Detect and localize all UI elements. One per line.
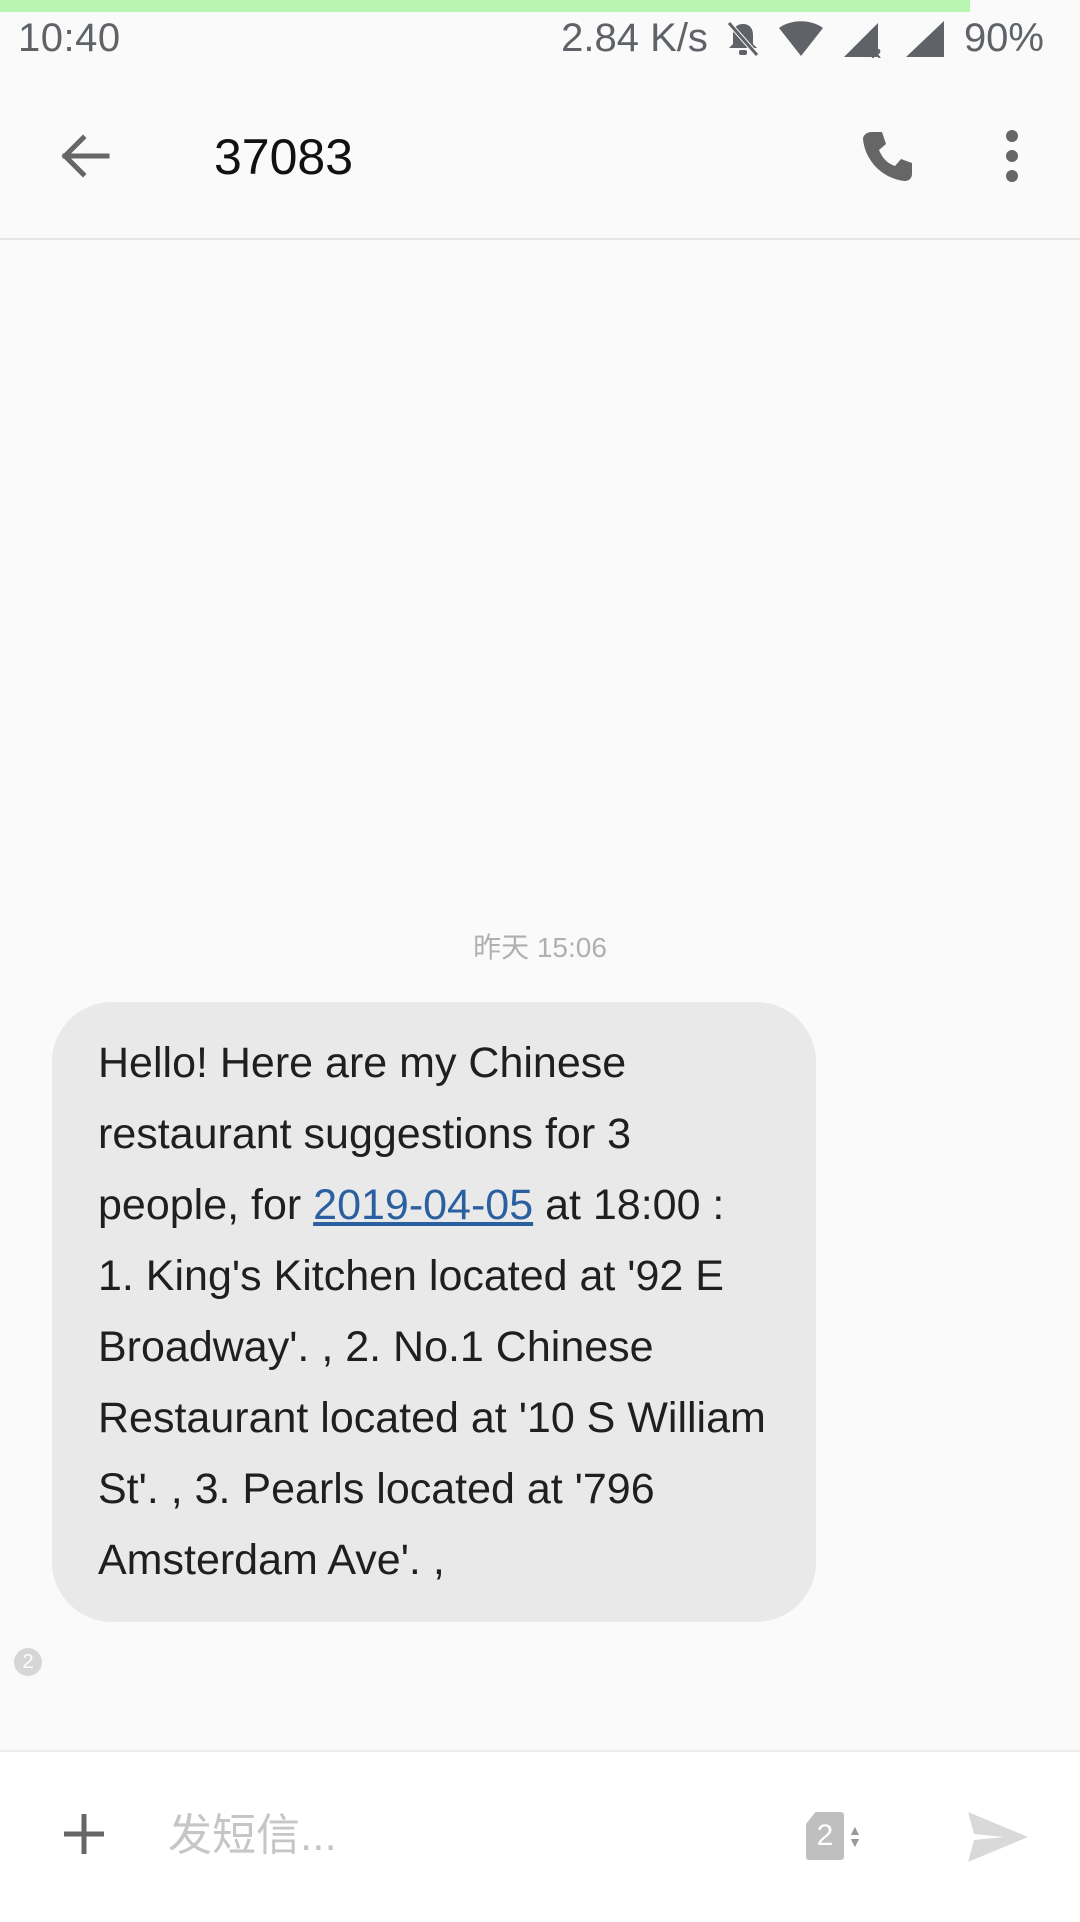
message-bubble[interactable]: Hello! Here are my Chinese restaurant su… xyxy=(52,1002,816,1622)
sim-badge: 2 xyxy=(14,1648,42,1676)
composer-bar: 2 ▲▼ xyxy=(0,1750,1080,1922)
app-bar: 37083 xyxy=(0,76,1080,240)
send-button[interactable] xyxy=(960,1802,1036,1872)
sim-card-icon: 2 xyxy=(806,1812,844,1860)
message-text-list: 1. King's Kitchen located at '92 E Broad… xyxy=(98,1252,766,1584)
add-attachment-button[interactable] xyxy=(46,1796,122,1872)
sim-selector[interactable]: 2 ▲ ▼ xyxy=(806,1808,876,1864)
network-speed: 2.84 K/s xyxy=(561,16,708,60)
more-vertical-icon xyxy=(1006,130,1018,182)
message-text-time: at 18:00 : xyxy=(533,1181,725,1229)
wifi-icon xyxy=(778,20,824,58)
arrow-left-icon xyxy=(61,134,110,178)
bell-off-icon xyxy=(726,20,760,58)
battery-level: 90% xyxy=(963,16,1044,60)
cell-signal-roaming-icon: R xyxy=(842,19,886,59)
message-input[interactable] xyxy=(166,1798,770,1874)
call-button[interactable] xyxy=(850,118,926,194)
back-button[interactable] xyxy=(40,121,130,191)
progress-strip xyxy=(0,0,970,12)
status-bar: 10:40 2.84 K/s R 90% xyxy=(0,12,1080,76)
chevron-up-down-icon: ▲ ▼ xyxy=(848,1822,862,1850)
contact-title: 37083 xyxy=(214,129,354,185)
send-icon xyxy=(968,1812,1028,1862)
message-timestamp: 昨天 15:06 xyxy=(473,932,607,963)
status-icons: 2.84 K/s R 90% xyxy=(561,16,1044,61)
svg-text:R: R xyxy=(871,45,881,59)
phone-icon xyxy=(863,132,912,181)
date-link[interactable]: 2019-04-05 xyxy=(313,1181,533,1229)
more-options-button[interactable] xyxy=(988,118,1036,194)
status-time: 10:40 xyxy=(18,16,121,60)
cell-signal-icon xyxy=(904,19,946,59)
plus-icon xyxy=(64,1814,104,1854)
